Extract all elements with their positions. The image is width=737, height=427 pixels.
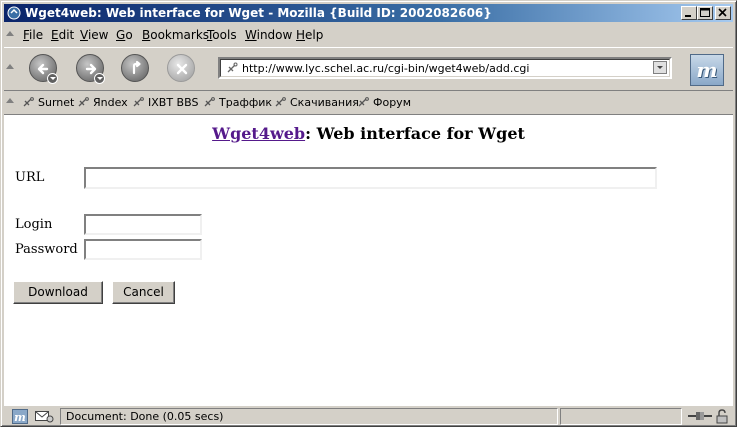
url-input[interactable] [84,167,657,189]
password-label: Password [15,242,78,257]
bookmarks-toolbar: Surnet Яndex IXBT BBS Траффик Скачивания… [4,92,733,112]
url-bar[interactable]: http://www.lyc.schel.ac.ru/cgi-bin/wget4… [218,57,672,79]
title-bar[interactable]: Wget4web: Web interface for Wget - Mozil… [4,4,733,22]
url-label: URL [15,170,45,185]
login-label: Login [15,217,53,232]
maximize-button[interactable] [697,6,713,20]
menu-window[interactable]: Window [245,28,292,42]
cancel-button[interactable]: Cancel [112,281,175,304]
bookmark-icon [23,97,34,107]
menubar-grip-icon[interactable] [6,25,14,45]
forward-button[interactable] [76,54,105,84]
menu-help[interactable]: Help [296,28,323,42]
bookmark-icon [133,97,144,107]
navigation-toolbar: http://www.lyc.schel.ac.ru/cgi-bin/wget4… [4,47,733,91]
page-title-rest: : Web interface for Wget [305,124,525,143]
lock-icon[interactable] [715,409,729,424]
menu-view[interactable]: View [80,28,108,42]
navbar-grip-icon[interactable] [6,58,14,78]
mozilla-status-icon[interactable]: m [12,409,28,424]
password-input[interactable] [84,239,202,260]
svg-text:m: m [14,411,26,424]
back-button[interactable] [29,54,58,84]
menu-edit[interactable]: Edit [51,28,74,42]
browser-window: Wget4web: Web interface for Wget - Mozil… [0,0,737,427]
bookmark-forum[interactable]: Форум [358,96,411,109]
mail-status-icon[interactable] [34,409,54,424]
reload-button[interactable] [121,54,149,82]
progress-panel [560,408,682,425]
stop-button[interactable] [167,54,195,82]
wget4web-link[interactable]: Wget4web [212,124,305,143]
back-dropdown-icon[interactable] [47,73,58,84]
minimize-button[interactable] [681,6,697,20]
url-text: http://www.lyc.schel.ac.ru/cgi-bin/wget4… [242,62,530,75]
page-title: Wget4web: Web interface for Wget [4,124,733,143]
bookmark-downloads[interactable]: Скачивания [275,96,359,109]
online-status-icon[interactable] [687,409,713,423]
download-button[interactable]: Download [13,281,103,304]
close-icon [718,8,727,17]
url-dropdown-icon[interactable] [653,61,667,74]
page-content: Wget4web: Web interface for Wget URL Log… [4,114,733,406]
minimize-icon [685,15,691,17]
bookmark-icon [204,97,215,107]
window-title: Wget4web: Web interface for Wget - Mozil… [25,6,492,20]
stop-icon [176,63,188,75]
forward-dropdown-icon[interactable] [94,73,105,84]
close-button[interactable] [715,6,731,20]
menu-go[interactable]: Go [116,28,133,42]
bookmark-yandex[interactable]: Яndex [78,96,128,109]
menu-bar: File Edit View Go Bookmarks Tools Window… [4,25,733,45]
menu-bookmarks[interactable]: Bookmarks [142,28,209,42]
login-input[interactable] [84,214,202,235]
menu-file[interactable]: File [23,28,43,42]
status-bar: m Document: Done (0.05 secs) [4,407,733,426]
bookmark-icon [358,97,369,107]
mozilla-app-icon [7,6,21,20]
bookmark-icon [275,97,286,107]
status-text: Document: Done (0.05 secs) [66,410,224,423]
bookmark-surnet[interactable]: Surnet [23,96,74,109]
bookmark-icon [78,97,89,107]
reload-icon [132,60,141,75]
menu-tools[interactable]: Tools [207,28,237,42]
mozilla-m-icon[interactable]: m [690,54,724,86]
bookmark-ixbt-bbs[interactable]: IXBT BBS [133,96,198,109]
maximize-icon [700,8,710,17]
bookmarks-grip-icon[interactable] [6,92,14,112]
bookmark-traffic[interactable]: Траффик [204,96,272,109]
page-proxy-icon[interactable] [226,62,238,74]
